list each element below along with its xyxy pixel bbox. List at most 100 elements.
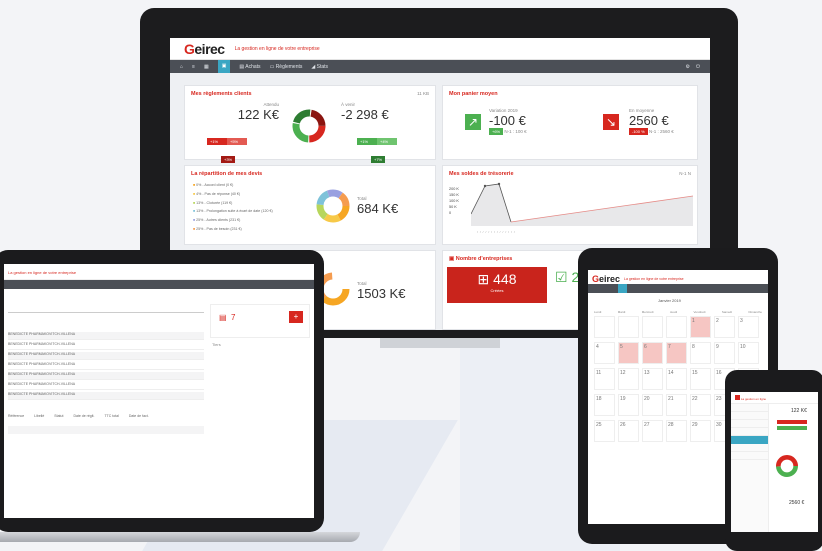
sidebar-item[interactable] xyxy=(731,452,768,460)
nav-item-reglements[interactable]: ▭ Règlements xyxy=(270,64,303,70)
reglements-right: À venir -2 298 € xyxy=(341,102,389,122)
grid-icon[interactable]: ▦ xyxy=(204,64,209,70)
reglements-left-pills: +1% +5% +3% xyxy=(207,130,267,166)
document-icon: ▤ xyxy=(219,313,227,322)
calendar-day[interactable]: 29 xyxy=(690,420,711,442)
calendar-day[interactable]: 10 xyxy=(738,342,759,364)
phone-header: La gestion en ligne xyxy=(731,392,818,404)
repartition-list: ■ 0% - Accord client (0 €) ■ 4% - Pas de… xyxy=(193,181,273,234)
calendar-day[interactable]: 21 xyxy=(666,394,687,416)
phone-value-2: 2560 € xyxy=(789,500,805,506)
add-button[interactable]: + xyxy=(289,311,303,323)
laptop: La gestion en ligne de votre entreprise … xyxy=(0,250,324,532)
calendar-day[interactable]: 5 xyxy=(618,342,639,364)
power-icon[interactable]: ⏻ xyxy=(696,64,700,70)
calendar-day[interactable]: 27 xyxy=(642,420,663,442)
nav-item-stats[interactable]: ◢ Stats xyxy=(311,64,328,70)
chart-legend: N-1 N xyxy=(679,171,691,176)
calendar-day[interactable]: 2 xyxy=(714,316,735,338)
phone-value: 122 K€ xyxy=(791,408,807,414)
list-item: ■ 25% - Pas de besoin (231 €) xyxy=(193,226,242,231)
calendar-day[interactable]: 26 xyxy=(618,420,639,442)
home-icon[interactable]: ⌂ xyxy=(180,64,183,70)
laptop-tagline: La gestion en ligne de votre entreprise xyxy=(4,264,314,280)
card-badge: 11 KB xyxy=(417,91,429,96)
dashboard-icon[interactable]: ▣ xyxy=(217,60,231,73)
card-repartition: La répartition de mes devis ■ 0% - Accor… xyxy=(184,165,436,245)
table-row[interactable]: BENEDICTE PHARMAKOVITCH-VILLENA xyxy=(8,352,204,360)
calendar-day[interactable]: 3 xyxy=(738,316,759,338)
calendar-day[interactable]: 7 xyxy=(666,342,687,364)
sidebar-item[interactable] xyxy=(731,404,768,412)
laptop-bottom-row[interactable] xyxy=(8,426,204,434)
calendar-day[interactable]: 9 xyxy=(714,342,735,364)
sidebar-item-active[interactable] xyxy=(731,436,768,444)
calendar-day[interactable]: 14 xyxy=(666,368,687,390)
nav-item-achats[interactable]: ▤ Achats xyxy=(239,64,260,70)
phone: La gestion en ligne 122 K€ 2560 € xyxy=(725,370,822,551)
laptop-navbar xyxy=(4,280,314,289)
calendar-day[interactable]: 6 xyxy=(642,342,663,364)
calendar-day[interactable]: 13 xyxy=(642,368,663,390)
calendar-day[interactable]: 20 xyxy=(642,394,663,416)
monitor-stand xyxy=(380,338,500,348)
calendar-month: Janvier 2019 xyxy=(658,298,681,303)
list-item: ■ 25% - Autres clients (231 €) xyxy=(193,218,241,223)
laptop-bottom-headers: Référence Libellé Statut Date de réglt. TTC … xyxy=(8,414,149,418)
phone-screen: La gestion en ligne 122 K€ 2560 € xyxy=(731,392,818,532)
calendar-day[interactable]: 12 xyxy=(618,368,639,390)
moyen-right: En moyenne 2560 € -100 % N-1 : 2560 € xyxy=(629,108,674,135)
sidebar-item[interactable] xyxy=(731,412,768,420)
laptop-side-panel: ▤ 7 + xyxy=(210,304,310,338)
settings-icon[interactable]: ⚙ xyxy=(686,64,690,70)
sidebar-item[interactable] xyxy=(731,444,768,452)
logo-icon xyxy=(735,395,740,400)
menu-icon[interactable]: ≡ xyxy=(192,64,195,70)
list-item: ■ 13% - Cloturée (119 €) xyxy=(193,200,233,205)
create-icon: ⊞ xyxy=(477,271,490,287)
app-header: Geirec La gestion en ligne de votre entr… xyxy=(170,38,710,60)
calendar-day[interactable]: 1 xyxy=(690,316,711,338)
calendar-day[interactable]: 8 xyxy=(690,342,711,364)
entreprises-green-tile[interactable]: ☑ 2 xyxy=(555,269,579,286)
phone-bar-red xyxy=(777,420,807,424)
calendar-day[interactable]: 19 xyxy=(618,394,639,416)
calendar-day[interactable] xyxy=(594,316,615,338)
card-title: ▣ Nombre d'entreprises xyxy=(449,256,513,262)
moyen-up-arrow-icon: ↗ xyxy=(465,114,481,130)
entreprises-creees-tile[interactable]: ⊞ 448 Créées xyxy=(447,267,547,303)
calendar-day[interactable]: 15 xyxy=(690,368,711,390)
chart-y-ticks: 200 K 150 K 100 K 50 K 0 xyxy=(449,187,459,215)
tablet-header: Geirec La gestion en ligne de votre entr… xyxy=(592,273,684,284)
calendar-day[interactable]: 25 xyxy=(594,420,615,442)
check-icon: ☑ xyxy=(555,269,568,285)
soldes-area-chart xyxy=(471,182,693,226)
total-value: Total 1503 K€ xyxy=(357,281,406,301)
calendar-day[interactable] xyxy=(666,316,687,338)
calendar-day[interactable]: 18 xyxy=(594,394,615,416)
sidebar-item[interactable] xyxy=(731,428,768,436)
laptop-bottom-row[interactable] xyxy=(8,436,204,444)
laptop-screen: La gestion en ligne de votre entreprise … xyxy=(4,264,314,518)
calendar-day[interactable]: 11 xyxy=(594,368,615,390)
card-reglements: Mes règlements clients 11 KB Attendu 122… xyxy=(184,85,436,163)
calendar-day[interactable] xyxy=(642,316,663,338)
table-row[interactable]: BENEDICTE PHARMAKOVITCH-VILLENA xyxy=(8,392,204,400)
laptop-base xyxy=(0,532,360,542)
dashboard-icon[interactable] xyxy=(618,284,627,293)
table-row[interactable]: BENEDICTE PHARMAKOVITCH-VILLENA xyxy=(8,382,204,390)
table-row[interactable]: BENEDICTE PHARMAKOVITCH-VILLENA xyxy=(8,342,204,350)
sidebar-item[interactable] xyxy=(731,420,768,428)
app-navbar: ⌂ ≡ ▦ ▣ ▤ Achats ▭ Règlements ◢ Stats ⚙ … xyxy=(170,60,710,73)
phone-donut xyxy=(776,455,798,477)
calendar-day[interactable] xyxy=(618,316,639,338)
laptop-search-input[interactable] xyxy=(8,306,204,313)
table-row[interactable]: BENEDICTE PHARMAKOVITCH-VILLENA xyxy=(8,332,204,340)
table-row[interactable]: BENEDICTE PHARMAKOVITCH-VILLENA xyxy=(8,372,204,380)
app-logo[interactable]: Geirec xyxy=(184,41,225,57)
calendar-day[interactable]: 4 xyxy=(594,342,615,364)
table-row[interactable]: BENEDICTE PHARMAKOVITCH-VILLENA xyxy=(8,362,204,370)
calendar-day[interactable]: 22 xyxy=(690,394,711,416)
calendar-day[interactable]: 28 xyxy=(666,420,687,442)
list-item: ■ 13% - Prolongation suite à écart de da… xyxy=(193,209,273,214)
